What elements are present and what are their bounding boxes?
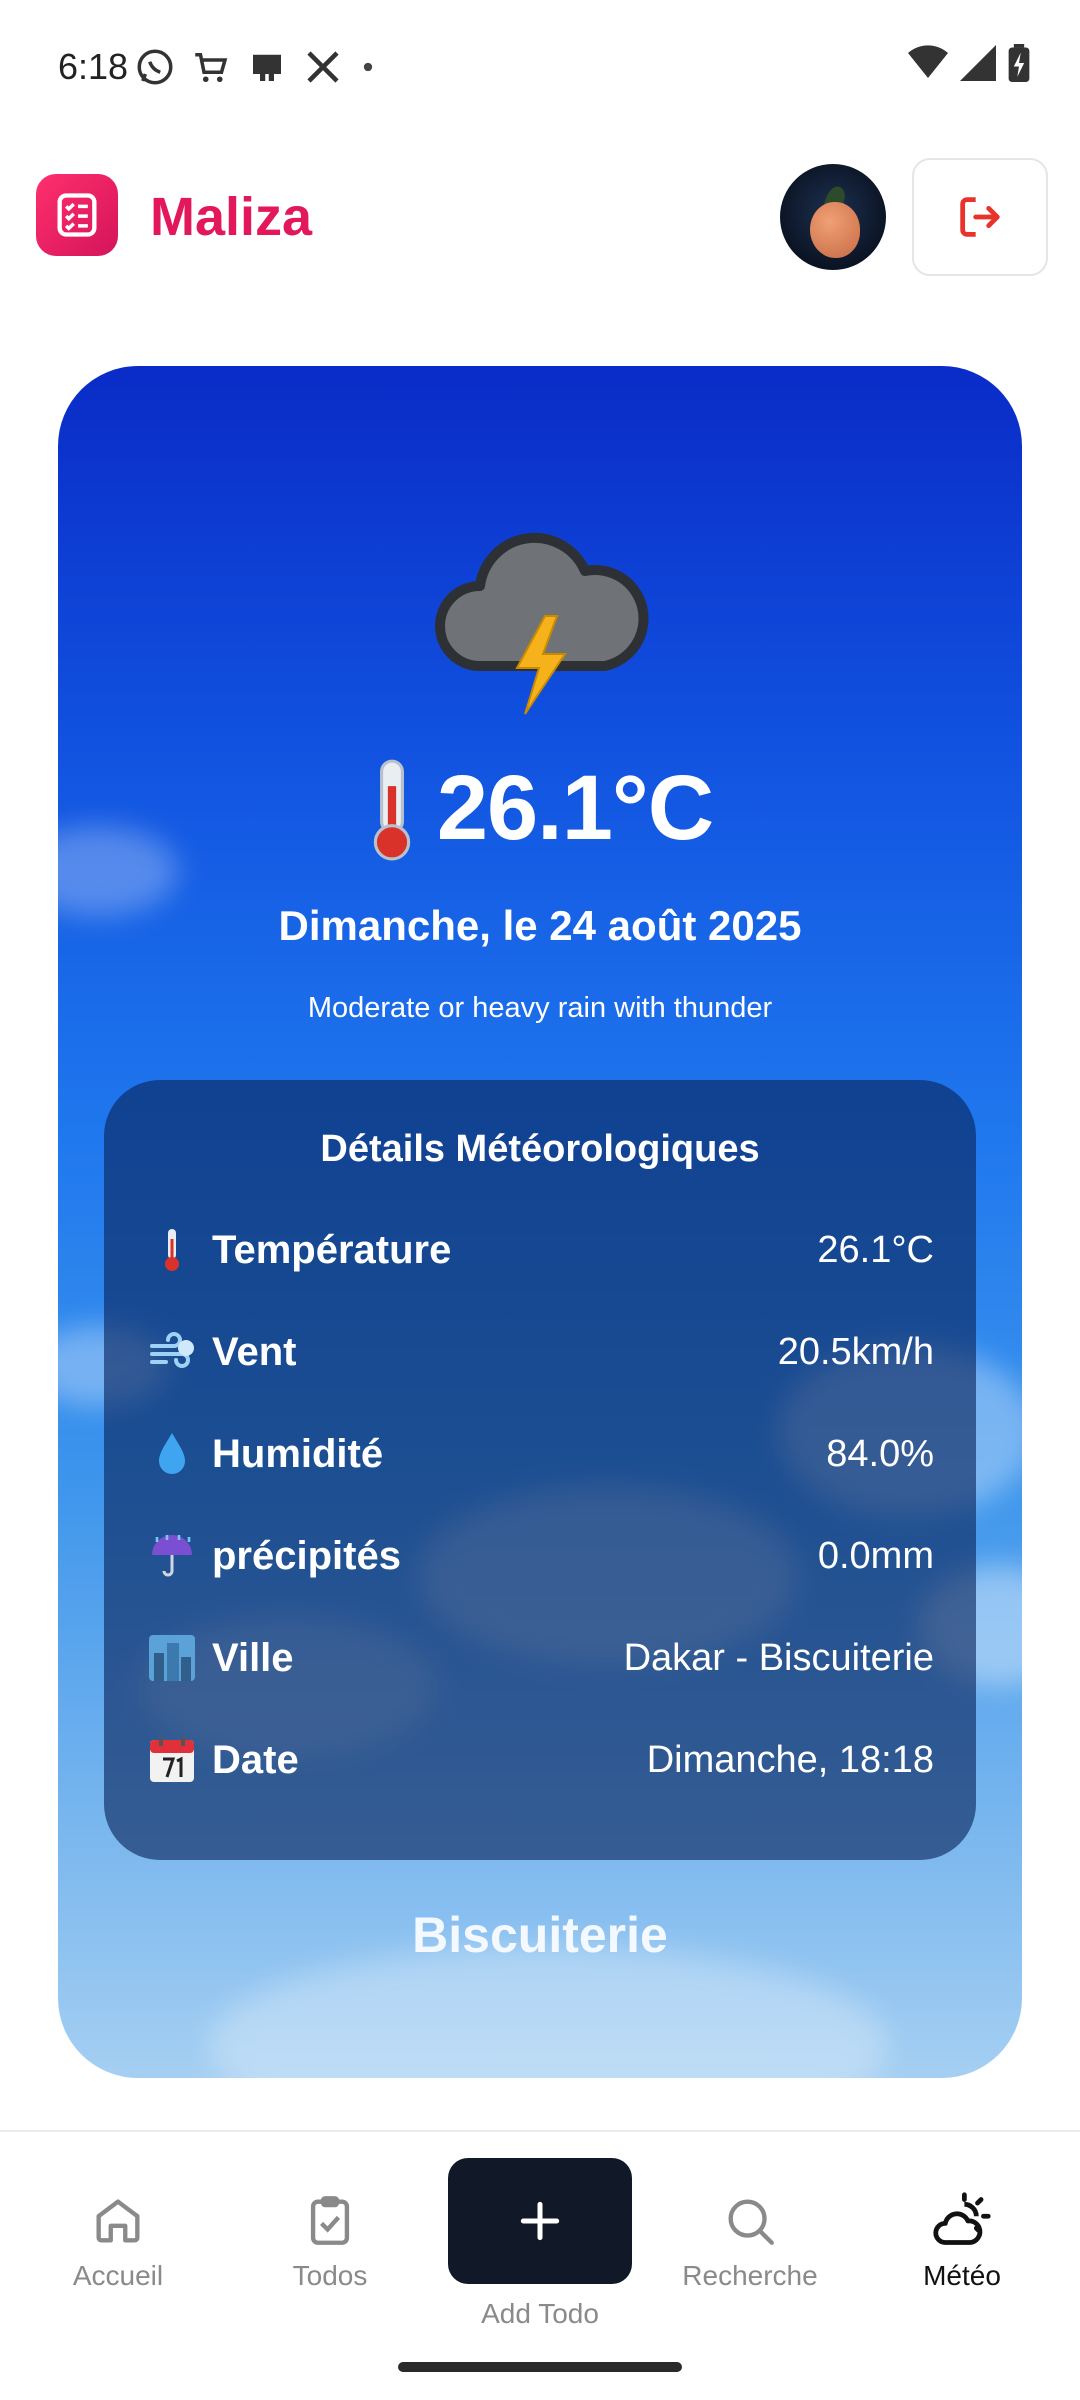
logout-icon <box>960 197 1000 237</box>
weather-date: Dimanche, le 24 août 2025 <box>278 902 802 949</box>
system-icons <box>908 44 1030 82</box>
detail-label: Ville <box>212 1635 294 1680</box>
detail-row-humidity: Humidité 84.0% <box>146 1424 934 1484</box>
app-logo <box>36 174 118 256</box>
weather-condition: Moderate or heavy rain with thunder <box>307 992 773 1024</box>
x-icon <box>307 51 339 83</box>
signal-icon <box>960 45 996 81</box>
weather-card: 26.1°C Dimanche, le 24 août 2025 Moderat… <box>58 366 1022 2078</box>
detail-value: 84.0% <box>826 1432 934 1475</box>
detail-label: Vent <box>212 1329 297 1374</box>
temperature-value: 26.1°C <box>436 757 714 859</box>
droplet-icon <box>146 1428 198 1480</box>
city-name: Biscuiterie <box>412 1907 668 1963</box>
umbrella-rain-icon <box>146 1530 198 1582</box>
detail-value: 0.0mm <box>817 1534 934 1577</box>
nav-label: Todos <box>292 2260 368 2291</box>
home-indicator[interactable] <box>398 2362 682 2372</box>
search-icon <box>728 2199 774 2245</box>
detail-value: 20.5km/h <box>777 1330 934 1373</box>
nav-label: Accueil <box>72 2260 164 2291</box>
nav-label: Recherche <box>682 2260 818 2291</box>
nav-item-todos[interactable]: Todos <box>240 2192 420 2292</box>
nav-item-recherche[interactable]: Recherche <box>660 2192 840 2292</box>
notification-icons <box>134 46 378 88</box>
temperature-display: 26.1°C <box>58 756 1022 861</box>
battery-icon <box>1008 44 1030 82</box>
home-icon <box>96 2199 140 2243</box>
thermometer-icon <box>146 1224 198 1276</box>
wifi-icon <box>908 45 948 78</box>
status-time: 6:18 <box>58 46 129 87</box>
wind-icon <box>146 1326 198 1378</box>
add-todo-label: Add Todo <box>481 2298 599 2329</box>
detail-label: Température <box>212 1227 452 1272</box>
whatsapp-icon <box>137 49 173 85</box>
detail-label: précipités <box>212 1533 401 1578</box>
detail-row-city: Ville Dakar - Biscuiterie <box>146 1628 934 1688</box>
detail-row-wind: Vent 20.5km/h <box>146 1322 934 1382</box>
thunder-cloud-icon <box>58 516 1022 726</box>
calendar-icon <box>146 1734 198 1786</box>
app-title: Maliza <box>150 187 313 247</box>
logout-button[interactable] <box>912 158 1048 276</box>
dot-icon <box>363 62 373 72</box>
bottom-nav: Accueil Todos Add Todo Recherche Météo <box>0 2130 1080 2400</box>
thermometer-icon <box>373 759 411 860</box>
app-icon <box>253 54 281 81</box>
shopping-cart-icon <box>195 53 228 83</box>
plus-icon <box>520 2201 560 2241</box>
add-todo-button[interactable] <box>448 2158 632 2284</box>
todo-list-icon <box>57 193 97 237</box>
detail-row-precipitation: précipités 0.0mm <box>146 1526 934 1586</box>
avatar[interactable] <box>780 164 886 270</box>
clipboard-check-icon <box>310 2196 350 2245</box>
weather-icon <box>933 2192 991 2245</box>
detail-value: Dakar - Biscuiterie <box>623 1636 934 1679</box>
detail-row-temperature: Température 26.1°C <box>146 1220 934 1280</box>
detail-value: Dimanche, 18:18 <box>646 1738 934 1781</box>
nav-item-meteo[interactable]: Météo <box>872 2192 1052 2292</box>
nav-label: Météo <box>923 2260 1001 2291</box>
nav-item-accueil[interactable]: Accueil <box>28 2192 208 2292</box>
detail-row-date: Date Dimanche, 18:18 <box>146 1730 934 1790</box>
weather-details-panel: Détails Météorologiques Température 26.1… <box>104 1080 976 1860</box>
status-bar: 6:18 <box>0 0 1080 136</box>
city-icon <box>146 1632 198 1684</box>
detail-value: 26.1°C <box>817 1228 934 1271</box>
details-title: Détails Météorologiques <box>320 1128 760 1170</box>
detail-label: Humidité <box>212 1431 384 1476</box>
app-header: Maliza <box>0 150 1080 280</box>
detail-label: Date <box>212 1737 299 1782</box>
